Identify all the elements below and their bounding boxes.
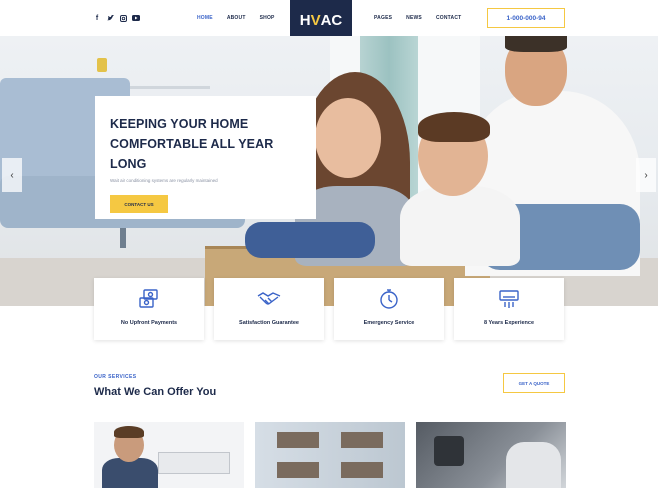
nav-shop[interactable]: SHOP — [260, 15, 275, 21]
nav-about[interactable]: ABOUT — [227, 15, 246, 21]
youtube-icon[interactable] — [132, 14, 140, 22]
nav-pages[interactable]: PAGES — [374, 15, 392, 21]
hero-title-line-1: KEEPING YOUR HOME — [110, 117, 249, 131]
slider-next-button[interactable]: › — [636, 158, 656, 192]
site-header: f HOME ABOUT SHOP H V AC PAGES NEWS CONTAC… — [0, 0, 658, 40]
feature-card-upfront[interactable]: No Upfront Payments — [94, 278, 204, 340]
feature-label: No Upfront Payments — [120, 320, 178, 326]
site-logo[interactable]: H V AC — [290, 0, 352, 40]
phone-button[interactable]: 1-000-000-94 — [487, 8, 565, 28]
hero-banner: ‹ › KEEPING YOUR HOME COMFORTABLE ALL YE… — [0, 36, 658, 306]
handshake-icon — [256, 286, 282, 312]
logo-prefix: H — [299, 11, 311, 29]
services-title: What We Can Offer You — [94, 386, 217, 398]
twitter-icon[interactable] — [106, 14, 114, 22]
feature-label: Satisfaction Guarantee — [239, 320, 299, 326]
hero-subtitle: Wait air conditioning systems are regula… — [110, 178, 218, 183]
service-image-building[interactable] — [255, 422, 405, 488]
hero-card: KEEPING YOUR HOME COMFORTABLE ALL YEAR L… — [95, 96, 316, 219]
nav-home[interactable]: HOME — [197, 15, 213, 21]
chevron-right-icon: › — [644, 169, 648, 181]
service-image-car-ac[interactable] — [416, 422, 566, 488]
nav-contact[interactable]: CONTACT — [436, 15, 461, 21]
nav-news[interactable]: NEWS — [406, 15, 422, 21]
chevron-left-icon: ‹ — [10, 169, 14, 181]
ac-unit-icon — [496, 286, 522, 312]
hero-photo-boy — [400, 186, 520, 266]
primary-nav-right: PAGES NEWS CONTACT — [374, 15, 461, 21]
contact-us-button[interactable]: CONTACT US — [110, 195, 168, 213]
social-links: f — [93, 14, 140, 22]
feature-card-guarantee[interactable]: Satisfaction Guarantee — [214, 278, 324, 340]
services-eyebrow: OUR SERVICES — [94, 374, 137, 380]
stopwatch-icon — [376, 286, 402, 312]
hero-photo-girl-face — [315, 98, 381, 178]
feature-cards: No Upfront Payments Satisfaction Guarant… — [94, 278, 564, 340]
service-image-technician[interactable] — [94, 422, 244, 488]
hero-photo-boy-hair — [418, 112, 490, 142]
cash-icon — [136, 286, 162, 312]
feature-label: Emergency Service — [363, 320, 415, 326]
slider-prev-button[interactable]: ‹ — [2, 158, 22, 192]
hero-photo-sofa-leg — [120, 228, 126, 248]
logo-accent: V — [310, 11, 321, 29]
hero-photo-girl-jeans — [245, 222, 375, 258]
hero-title-line-2: COMFORTABLE ALL YEAR LONG — [110, 137, 274, 171]
instagram-icon[interactable] — [119, 14, 127, 22]
feature-card-emergency[interactable]: Emergency Service — [334, 278, 444, 340]
feature-card-experience[interactable]: 8 Years Experience — [454, 278, 564, 340]
feature-label: 8 Years Experience — [483, 320, 535, 326]
logo-suffix: AC — [320, 11, 343, 29]
get-a-quote-button[interactable]: GET A QUOTE — [503, 373, 565, 393]
hero-photo-vase — [97, 58, 107, 72]
facebook-icon[interactable]: f — [93, 14, 101, 22]
primary-nav-left: HOME ABOUT SHOP — [197, 15, 275, 21]
